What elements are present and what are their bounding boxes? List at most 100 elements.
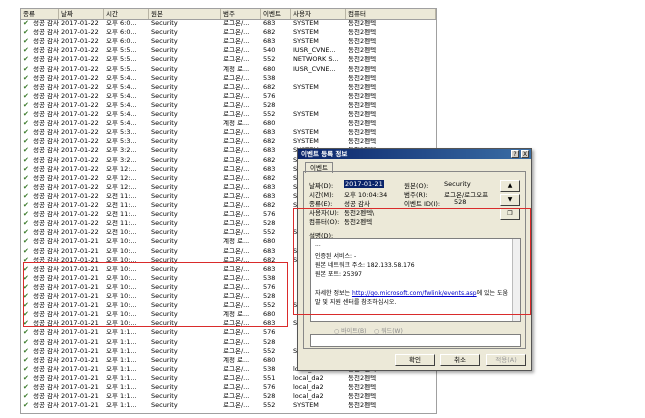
table-cell: 오후 5:4... (106, 120, 137, 128)
table-cell: 성공 감사 (33, 47, 59, 55)
table-cell: 성공 감사 (33, 111, 59, 118)
table-cell: 오후 10:... (106, 247, 137, 255)
table-cell: 성공 감사 (33, 247, 59, 255)
table-cell: 오후 5:3... (106, 129, 137, 137)
table-row[interactable]: ✔ 성공 감사 2017-01-21 오후 1:1... Security 로그온/...… (21, 393, 436, 401)
audit-success-icon: ✔ (23, 265, 29, 273)
table-cell: 683 (263, 38, 276, 46)
audit-success-icon: ✔ (23, 293, 29, 300)
col-user-header[interactable]: 사용자 (291, 9, 346, 19)
table-row[interactable]: ✔ 성공 감사 2017-01-21 오후 1:1... Security 로그온/...… (21, 375, 436, 383)
table-cell: 오후 5:4... (106, 83, 137, 91)
table-cell: 2017-01-22 (61, 83, 99, 91)
table-row[interactable]: ✔ 성공 감사 2017-01-22 오후 5:4... Security 로그온/...… (21, 111, 436, 119)
table-cell: 성공 감사 (33, 256, 59, 264)
table-cell: 로그온/... (223, 338, 250, 346)
table-cell: 2017-01-21 (61, 384, 99, 391)
table-cell: 동천2펜텍 (348, 74, 377, 82)
table-row[interactable]: ✔ 성공 감사 2017-01-22 오후 5:4... Security 로그온/...… (21, 75, 436, 83)
table-cell: Security (151, 320, 178, 328)
audit-success-icon: ✔ (23, 402, 29, 410)
cancel-button[interactable]: 취소 (440, 354, 480, 366)
table-row[interactable]: ✔ 성공 감사 2017-01-22 오후 5:5... Security 계정 로...… (21, 66, 436, 74)
close-button[interactable]: X (521, 150, 529, 158)
table-cell: 성공 감사 (33, 74, 59, 82)
date-value[interactable]: 2017-01-21 (344, 180, 384, 188)
audit-success-icon: ✔ (23, 356, 29, 364)
description-box[interactable]: ... 인증된 서비스: - 원본 네트워크 주소: 182.133.58.17… (310, 238, 521, 322)
table-cell: 2017-01-21 (61, 365, 99, 373)
table-cell: 성공 감사 (33, 374, 59, 382)
table-row[interactable]: ✔ 성공 감사 2017-01-22 오후 5:4... Security 로그온/...… (21, 84, 436, 92)
table-cell: 성공 감사 (33, 384, 59, 391)
audit-success-icon: ✔ (23, 384, 29, 391)
table-cell: 683 (263, 183, 276, 191)
table-row[interactable]: ✔ 성공 감사 2017-01-22 오후 6:0... Security 로그온/...… (21, 20, 436, 28)
col-source-header[interactable]: 원본 (149, 9, 221, 19)
table-cell: 오후 10:... (106, 302, 137, 310)
table-row[interactable]: ✔ 성공 감사 2017-01-22 오후 5:3... Security 로그온/...… (21, 129, 436, 137)
table-cell: 오후 6:0... (106, 38, 137, 46)
table-cell: 동천2펜텍 (348, 56, 377, 64)
col-computer-header[interactable]: 컴퓨터 (346, 9, 436, 19)
col-event-header[interactable]: 이벤트 (261, 9, 291, 19)
audit-success-icon: ✔ (23, 247, 29, 255)
desc-line-3: 원본 포트: 25397 (315, 271, 363, 278)
table-cell: 오후 1:1... (106, 393, 137, 401)
table-cell: Security (151, 138, 178, 146)
desc-line-1: 인증된 서비스: - (315, 253, 357, 260)
table-cell: 680 (263, 65, 276, 73)
table-cell: Security (151, 192, 178, 200)
col-time-header[interactable]: 시간 (104, 9, 149, 19)
table-row[interactable]: ✔ 성공 감사 2017-01-22 오후 6:0... Security 로그온/...… (21, 38, 436, 46)
apply-button[interactable]: 적용(A) (486, 354, 526, 366)
table-row[interactable]: ✔ 성공 감사 2017-01-22 오후 5:4... Security 계정 로...… (21, 120, 436, 128)
table-cell: 2017-01-21 (61, 402, 99, 410)
table-row[interactable]: ✔ 성공 감사 2017-01-22 오후 5:5... Security 로그온/...… (21, 56, 436, 64)
table-cell: 오후 10:... (106, 311, 137, 319)
desc-line-0: ... (315, 241, 321, 248)
table-row[interactable]: ✔ 성공 감사 2017-01-21 오후 1:1... Security 로그온/...… (21, 402, 436, 410)
table-cell: 성공 감사 (33, 174, 59, 182)
table-cell: 성공 감사 (33, 38, 59, 46)
table-cell: 로그온/... (223, 111, 250, 118)
table-cell: 성공 감사 (33, 101, 59, 109)
table-row[interactable]: ✔ 성공 감사 2017-01-22 오후 5:4... Security 로그온/...… (21, 102, 436, 110)
help-button[interactable]: ? (511, 150, 519, 158)
table-cell: Security (151, 83, 178, 91)
col-date-header[interactable]: 날짜 (59, 9, 104, 19)
next-event-button[interactable]: ▼ (500, 194, 520, 206)
table-row[interactable]: ✔ 성공 감사 2017-01-22 오후 5:3... Security 로그온/...… (21, 138, 436, 146)
table-row[interactable]: ✔ 성공 감사 2017-01-22 오후 6:0... Security 로그온/...… (21, 29, 436, 37)
col-category-header[interactable]: 범주 (221, 9, 261, 19)
help-link[interactable]: http://go.microsoft.com/fwlink/events.as… (352, 290, 477, 297)
table-cell: 2017-01-21 (61, 302, 99, 310)
audit-success-icon: ✔ (23, 138, 29, 146)
audit-success-icon: ✔ (23, 56, 29, 64)
arrow-down-icon: ▼ (507, 196, 513, 203)
table-cell: 성공 감사 (33, 211, 59, 219)
table-cell: 로그온/... (223, 265, 250, 273)
copy-button[interactable]: ❐ (500, 208, 520, 220)
prev-event-button[interactable]: ▲ (500, 180, 520, 192)
audit-success-icon: ✔ (23, 111, 29, 118)
table-cell: 576 (263, 283, 276, 291)
table-row[interactable]: ✔ 성공 감사 2017-01-22 오후 5:5... Security 로그온/...… (21, 47, 436, 55)
table-cell: Security (151, 38, 178, 46)
audit-success-icon: ✔ (23, 38, 29, 46)
table-cell: 로그온/... (223, 293, 250, 300)
table-cell: 동천2펜텍 (348, 47, 377, 55)
table-cell: 오후 5:4... (106, 92, 137, 100)
table-cell: 538 (263, 274, 276, 282)
event-id-label: 이벤트 ID(I): (404, 200, 441, 208)
description-scrollbar[interactable] (512, 239, 520, 321)
table-row[interactable]: ✔ 성공 감사 2017-01-22 오후 5:4... Security 로그온/...… (21, 93, 436, 101)
data-box[interactable] (310, 334, 521, 347)
table-cell: SYSTEM (293, 83, 319, 91)
table-cell: 성공 감사 (33, 393, 59, 401)
ok-button[interactable]: 확인 (395, 354, 435, 366)
table-cell: 551 (263, 374, 276, 382)
table-row[interactable]: ✔ 성공 감사 2017-01-21 오후 1:1... Security 로그온/...… (21, 384, 436, 392)
col-type-header[interactable]: 종류 (21, 9, 59, 19)
desc-more-tail: 에 있는 도움 (476, 290, 509, 297)
